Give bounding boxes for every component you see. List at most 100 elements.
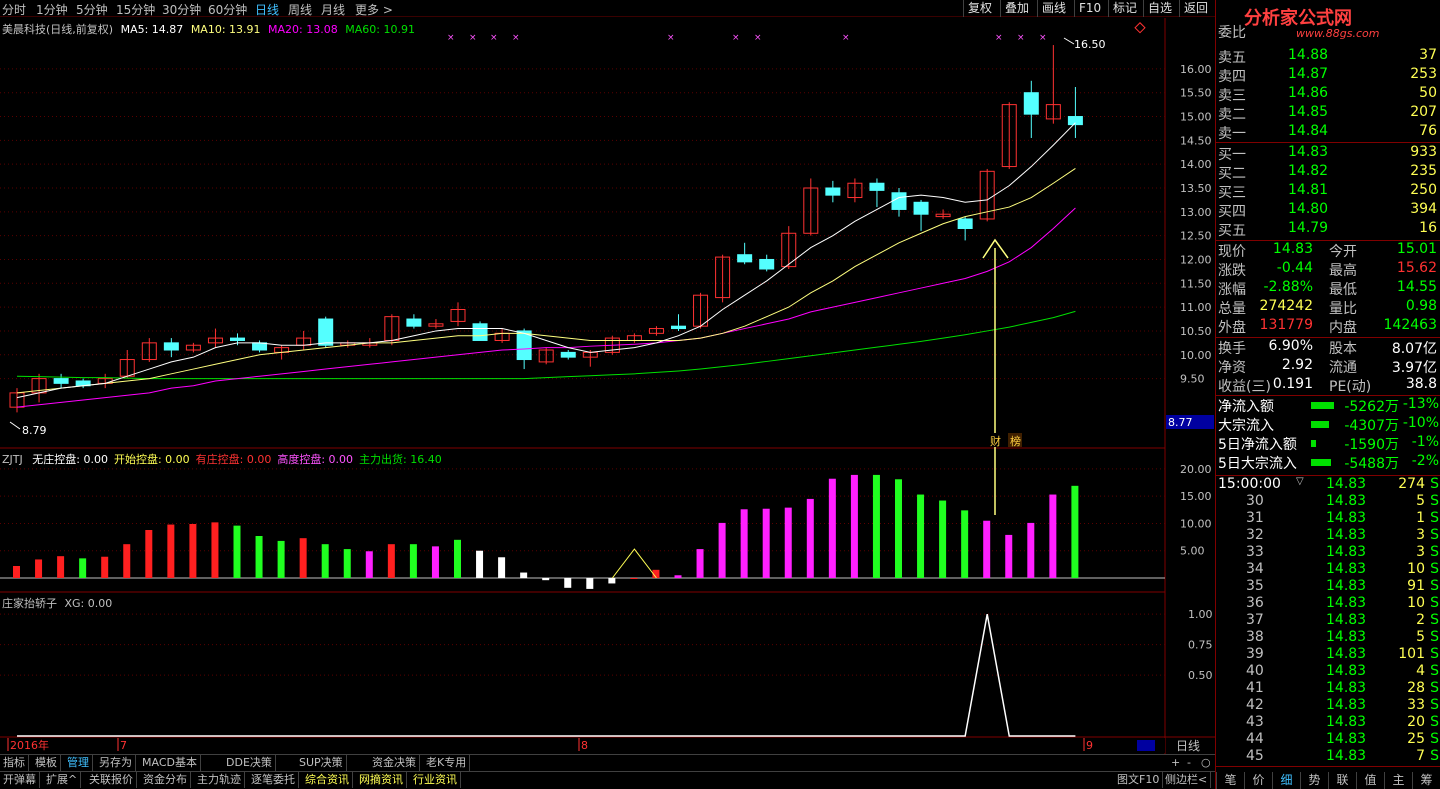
indicator-tab-5[interactable]: DDE决策 (223, 755, 276, 771)
tick-flag: S (1430, 714, 1439, 730)
info-tab-5[interactable]: 逐笔委托 (248, 772, 299, 788)
tick-tab-4[interactable]: 联 (1328, 772, 1356, 789)
period-tab-0[interactable]: 分时 (2, 1, 26, 18)
period-tab-1[interactable]: 1分钟 (36, 1, 68, 18)
scroll-indicator[interactable] (1137, 740, 1155, 751)
period-toolbar: 分时 1分钟 5分钟 15分钟 30分钟 60分钟 日线 周线 月线 更多 > 复权 叠加 画线 F10 标… (0, 0, 1215, 17)
info-tab-0[interactable]: 开弹幕 (0, 772, 40, 788)
buy-price: 14.80 (1288, 201, 1329, 217)
candle[interactable] (869, 182, 885, 191)
diamond-icon[interactable] (1134, 22, 1146, 34)
toolbar-button-0[interactable]: 复权 (963, 0, 996, 17)
candle[interactable] (1023, 92, 1039, 115)
chart-area[interactable]: 16.00 15.50 15.00 14.50 14.00 13.50 13.00 12.50… (0, 18, 1215, 754)
tick-time: 35 (1246, 578, 1264, 594)
tick-tab-1[interactable]: 价 (1244, 772, 1272, 789)
indicator-tab-bar: 指标 模板 管理 另存为 MACD基本 DDE决策 SUP决策 资金决策 老K专用 + - ○ (0, 754, 1215, 771)
info-tab-8[interactable]: 行业资讯 (410, 772, 461, 788)
tick-price: 14.83 (1326, 493, 1367, 509)
tick-tab-0[interactable]: 笔 (1216, 772, 1244, 789)
period-tab-7[interactable]: 周线 (288, 1, 312, 18)
period-tab-4[interactable]: 30分钟 (162, 1, 201, 18)
toolbar-button-3[interactable]: F10 (1074, 0, 1105, 17)
period-tab-5[interactable]: 60分钟 (208, 1, 247, 18)
candle[interactable] (560, 351, 576, 358)
f10-button[interactable]: 图文F10 (1114, 772, 1164, 788)
indicator-tab-6[interactable]: SUP决策 (296, 755, 347, 771)
tick-volume: 4 (1416, 663, 1425, 679)
fundamental-value: 8.07亿 (1391, 341, 1437, 357)
info-tab-7[interactable]: 网摘资讯 (356, 772, 407, 788)
period-tab-2[interactable]: 5分钟 (76, 1, 108, 18)
capital-flow-row: 净流入额 -5262万 -13% (1216, 396, 1440, 415)
candle[interactable] (913, 201, 929, 215)
info-tab-2[interactable]: 关联报价 (86, 772, 137, 788)
tick-tab-3[interactable]: 势 (1300, 772, 1328, 789)
toolbar-button-1[interactable]: 叠加 (1000, 0, 1033, 17)
zjtj-bar (762, 508, 770, 578)
candle[interactable] (230, 337, 245, 341)
info-tab-1[interactable]: 扩展^ (43, 772, 82, 788)
sidebar-toggle-button[interactable]: 侧边栏< (1162, 772, 1212, 788)
candle[interactable] (759, 258, 775, 270)
zjtj-bar (343, 549, 351, 578)
indicator-tab-4[interactable]: MACD基本 (139, 755, 201, 771)
fundamental-label: 股本 (1329, 341, 1357, 357)
tick-tab-7[interactable]: 筹 (1412, 772, 1440, 789)
zoom-in-button[interactable]: + (1168, 755, 1183, 771)
candle[interactable] (825, 187, 841, 196)
tick-tab-6[interactable]: 主 (1384, 772, 1412, 789)
candle[interactable] (53, 378, 69, 384)
fundamental-row: 换手 6.90% 股本 8.07亿 (1216, 338, 1440, 357)
indicator-tab-1[interactable]: 模板 (32, 755, 61, 771)
zoom-out-button[interactable]: - (1184, 755, 1194, 771)
tick-price: 14.83 (1326, 697, 1367, 713)
info-tab-6[interactable]: 综合资讯 (302, 772, 353, 788)
toolbar-button-2[interactable]: 画线 (1037, 0, 1070, 17)
buy-volume: 394 (1410, 201, 1437, 217)
period-tab-9[interactable]: 更多 > (355, 1, 393, 18)
buy-row: 买五 14.79 16 (1216, 220, 1440, 239)
news-tag[interactable]: 财 (990, 434, 1001, 448)
zjtj-bar (454, 539, 461, 578)
candle[interactable] (891, 192, 907, 210)
candle[interactable] (318, 318, 334, 346)
sell-row: 卖四 14.87 253 (1216, 66, 1440, 85)
sell-row: 卖一 14.84 76 (1216, 123, 1440, 142)
sell-price: 14.86 (1288, 85, 1329, 101)
period-tab-8[interactable]: 月线 (321, 1, 345, 18)
info-tab-3[interactable]: 资金分布 (140, 772, 191, 788)
indicator-tab-0[interactable]: 指标 (0, 755, 29, 771)
candle[interactable] (472, 323, 488, 341)
toolbar-button-6[interactable]: 返回 (1179, 0, 1212, 17)
tick-flag: S (1430, 731, 1439, 747)
info-tab-4[interactable]: 主力轨迹 (194, 772, 245, 788)
tick-tab-2[interactable]: 细 (1272, 772, 1300, 789)
period-tab-6[interactable]: 日线 (255, 1, 279, 18)
toolbar-button-4[interactable]: 标记 (1108, 0, 1141, 17)
candle[interactable] (957, 218, 973, 229)
indicator-tab-3[interactable]: 另存为 (96, 755, 136, 771)
candle[interactable] (163, 342, 179, 351)
candle[interactable] (737, 254, 753, 263)
toolbar-button-5[interactable]: 自选 (1143, 0, 1176, 17)
restore-button[interactable]: ○ (1198, 755, 1214, 771)
buy-volume: 16 (1419, 220, 1437, 236)
buy-label: 买二 (1218, 166, 1246, 182)
zjtj-bar (123, 544, 131, 578)
indicator-tab-7[interactable]: 资金决策 (369, 755, 420, 771)
indicator-tab-2[interactable]: 管理 (64, 755, 93, 771)
sell-volume: 76 (1419, 123, 1437, 139)
main-y-tick: 13.00 (1180, 206, 1212, 219)
candle[interactable] (671, 325, 686, 330)
tick-row: 41 14.83 28 S (1216, 680, 1440, 697)
news-tag[interactable]: 榜 (1010, 434, 1021, 448)
candle[interactable] (406, 318, 422, 327)
indicator-tab-8[interactable]: 老K专用 (423, 755, 471, 771)
tick-tab-5[interactable]: 值 (1356, 772, 1384, 789)
period-tab-3[interactable]: 15分钟 (116, 1, 155, 18)
zjtj-bar (696, 549, 704, 578)
sell-volume: 207 (1410, 104, 1437, 120)
candle[interactable] (252, 342, 268, 351)
ma10-label: MA10: 13.91 (190, 23, 261, 36)
